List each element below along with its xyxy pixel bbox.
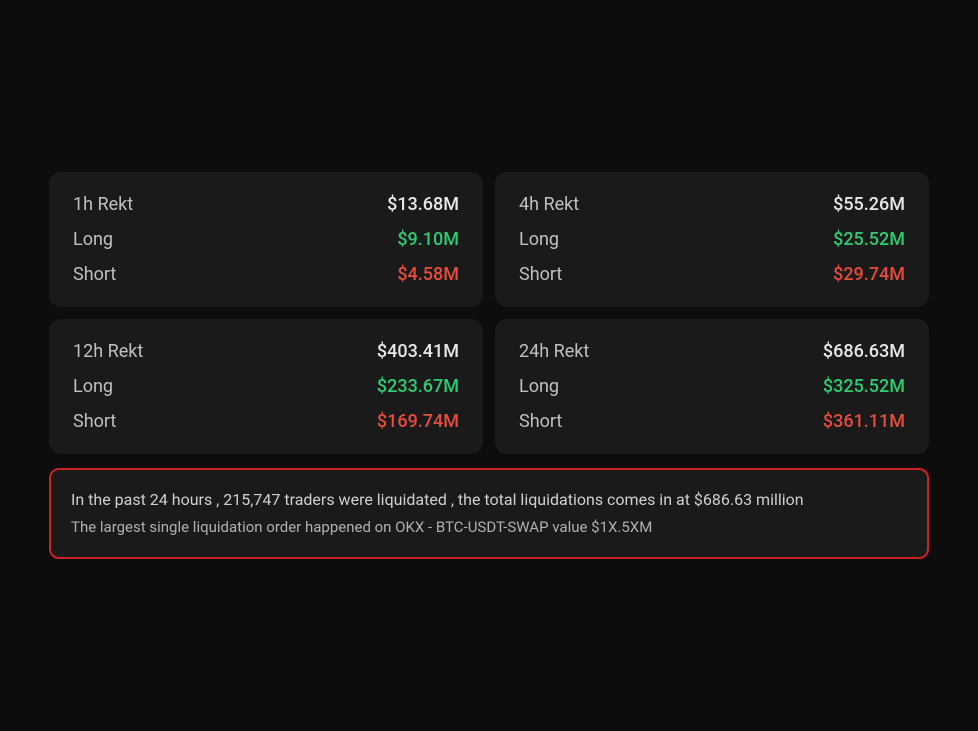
card-1h-long-label: Long (73, 229, 113, 250)
card-12h: 12h Rekt $403.41M Long $233.67M Short $1… (49, 319, 483, 454)
card-24h: 24h Rekt $686.63M Long $325.52M Short $3… (495, 319, 929, 454)
card-1h-short-row: Short $4.58M (73, 264, 459, 285)
cards-grid: 1h Rekt $13.68M Long $9.10M Short $4.58M… (49, 172, 929, 454)
info-secondary-text: The largest single liquidation order hap… (71, 516, 907, 539)
card-24h-short-label: Short (519, 411, 562, 432)
card-1h-long-row: Long $9.10M (73, 229, 459, 250)
card-24h-long-label: Long (519, 376, 559, 397)
card-1h-total: $13.68M (387, 194, 459, 215)
card-4h-total: $55.26M (833, 194, 905, 215)
card-12h-total: $403.41M (377, 341, 459, 362)
card-4h-long-row: Long $25.52M (519, 229, 905, 250)
card-1h-short-value: $4.58M (397, 264, 459, 285)
card-1h-title-row: 1h Rekt $13.68M (73, 194, 459, 215)
info-box: In the past 24 hours , 215,747 traders w… (49, 468, 929, 559)
card-24h-title: 24h Rekt (519, 341, 589, 362)
card-24h-long-row: Long $325.52M (519, 376, 905, 397)
card-12h-title: 12h Rekt (73, 341, 143, 362)
card-1h: 1h Rekt $13.68M Long $9.10M Short $4.58M (49, 172, 483, 307)
card-4h-long-value: $25.52M (833, 229, 905, 250)
card-4h-short-label: Short (519, 264, 562, 285)
card-4h-long-label: Long (519, 229, 559, 250)
card-4h-title: 4h Rekt (519, 194, 579, 215)
card-12h-short-value: $169.74M (377, 411, 459, 432)
card-4h-short-value: $29.74M (833, 264, 905, 285)
card-12h-long-value: $233.67M (377, 376, 459, 397)
card-12h-long-label: Long (73, 376, 113, 397)
card-24h-short-row: Short $361.11M (519, 411, 905, 432)
card-1h-long-value: $9.10M (397, 229, 459, 250)
card-1h-title: 1h Rekt (73, 194, 133, 215)
card-24h-short-value: $361.11M (823, 411, 905, 432)
card-1h-short-label: Short (73, 264, 116, 285)
card-24h-title-row: 24h Rekt $686.63M (519, 341, 905, 362)
card-12h-short-row: Short $169.74M (73, 411, 459, 432)
card-12h-short-label: Short (73, 411, 116, 432)
card-4h-title-row: 4h Rekt $55.26M (519, 194, 905, 215)
card-4h: 4h Rekt $55.26M Long $25.52M Short $29.7… (495, 172, 929, 307)
card-12h-title-row: 12h Rekt $403.41M (73, 341, 459, 362)
card-24h-long-value: $325.52M (823, 376, 905, 397)
card-4h-short-row: Short $29.74M (519, 264, 905, 285)
main-container: 1h Rekt $13.68M Long $9.10M Short $4.58M… (29, 152, 949, 579)
card-24h-total: $686.63M (823, 341, 905, 362)
info-primary-text: In the past 24 hours , 215,747 traders w… (71, 488, 907, 512)
card-12h-long-row: Long $233.67M (73, 376, 459, 397)
